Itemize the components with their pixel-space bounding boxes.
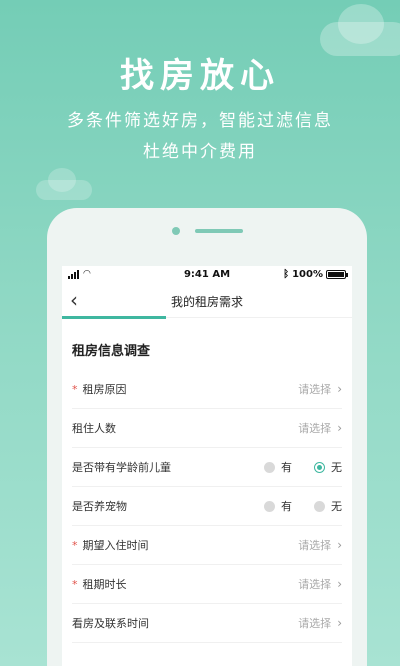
chevron-right-icon[interactable]: › <box>337 577 342 591</box>
radio-option-label: 无 <box>331 500 342 513</box>
form-row[interactable]: * 租房原因 请选择 › <box>72 370 342 409</box>
status-right: ᛒ 100% <box>283 269 348 280</box>
page-title: 我的租房需求 <box>170 295 243 309</box>
form-row[interactable]: 看房及联系时间 请选择 › <box>72 604 342 643</box>
form-row[interactable]: * 租期时长 请选择 › <box>72 565 342 604</box>
chevron-right-icon[interactable]: › <box>337 382 342 396</box>
form-row: 是否养宠物有无 <box>72 487 342 526</box>
radio-icon[interactable] <box>314 461 325 473</box>
chevron-right-icon[interactable]: › <box>337 421 342 435</box>
radio-icon[interactable] <box>264 461 275 473</box>
select-placeholder[interactable]: 请选择 <box>298 576 331 592</box>
hero-subtitle-line: 多条件筛选好房，智能过滤信息 <box>67 111 333 131</box>
chevron-right-icon[interactable]: › <box>337 616 342 630</box>
status-bar: ◠ 9:41 AM ᛒ 100% <box>62 266 352 284</box>
required-marker: * <box>72 577 78 591</box>
speaker-grille <box>195 229 243 233</box>
camera-dot <box>172 227 180 235</box>
bluetooth-icon: ᛒ <box>283 269 290 280</box>
radio-option[interactable]: 无 <box>314 459 342 475</box>
form-row-label: 租房原因 <box>82 383 127 396</box>
form-row[interactable]: 租住人数 请选择 › <box>72 409 342 448</box>
required-marker: * <box>72 538 78 552</box>
select-placeholder[interactable]: 请选择 <box>298 615 331 631</box>
radio-option-label: 无 <box>331 461 342 474</box>
select-placeholder[interactable]: 请选择 <box>298 381 331 397</box>
section-title: 租房信息调查 <box>72 344 151 359</box>
form-row-label: 是否养宠物 <box>72 500 127 513</box>
hero-subtitle-line: 杜绝中介费用 <box>143 142 257 162</box>
select-placeholder[interactable]: 请选择 <box>298 420 331 436</box>
form-row[interactable]: * 期望入住时间 请选择 › <box>72 526 342 565</box>
cloud-decoration <box>36 168 92 200</box>
required-marker: * <box>72 382 78 396</box>
radio-group: 有无 <box>242 459 342 475</box>
form-row-label: 期望入住时间 <box>82 539 149 552</box>
hero-title: 找房放心 <box>120 56 280 96</box>
radio-option-label: 有 <box>281 500 292 513</box>
radio-group: 有无 <box>242 498 342 514</box>
progress-bar <box>62 316 352 319</box>
radio-option[interactable]: 无 <box>314 498 342 514</box>
nav-bar: ‹ 我的租房需求 <box>62 284 352 319</box>
battery-icon <box>326 270 348 279</box>
phone-screen: ◠ 9:41 AM ᛒ 100% ‹ 我的租房需求 租房信息调查 * 租房原因 请选… <box>62 266 352 666</box>
radio-option[interactable]: 有 <box>264 498 292 514</box>
form-row: 是否带有学龄前儿童有无 <box>72 448 342 487</box>
form-row-label: 看房及联系时间 <box>72 617 149 630</box>
radio-option[interactable]: 有 <box>264 459 292 475</box>
form-list: * 租房原因 请选择 › 租住人数 请选择 › 是否带有学龄前儿童有无是否养宠物有无 * 期望入住… <box>62 370 352 643</box>
form-row-label: 租期时长 <box>82 578 127 591</box>
radio-icon[interactable] <box>264 500 275 512</box>
form-row-label: 租住人数 <box>72 422 116 435</box>
chevron-right-icon[interactable]: › <box>337 538 342 552</box>
progress-fill <box>62 316 167 319</box>
radio-option-label: 有 <box>281 461 292 474</box>
hero-subtitle: 多条件筛选好房，智能过滤信息 杜绝中介费用 <box>0 106 400 168</box>
radio-icon[interactable] <box>314 500 325 512</box>
battery-percent: 100% <box>292 269 323 280</box>
select-placeholder[interactable]: 请选择 <box>298 537 331 553</box>
form-row-label: 是否带有学龄前儿童 <box>72 461 171 474</box>
